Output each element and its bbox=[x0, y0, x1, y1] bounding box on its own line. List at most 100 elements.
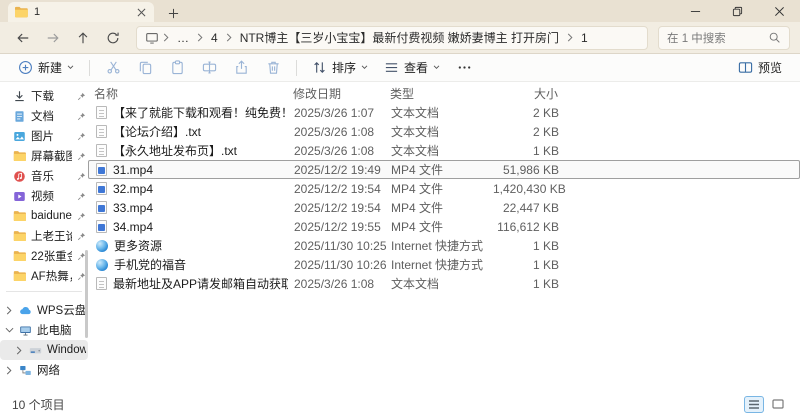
sidebar-item-folder[interactable]: 22张重金约D bbox=[0, 246, 88, 266]
breadcrumb-item[interactable]: NTR博主【三岁小宝宝】最新付费视频 嫩娇妻博主 打开房门 bbox=[236, 28, 563, 47]
sidebar-scrollbar[interactable] bbox=[85, 250, 88, 338]
video-file-icon bbox=[96, 163, 107, 176]
minimize-icon bbox=[690, 6, 701, 17]
drive-icon bbox=[29, 344, 42, 357]
pin-icon bbox=[77, 112, 86, 121]
sidebar-item-network[interactable]: 网络 bbox=[0, 360, 88, 380]
column-header-date[interactable]: 修改日期 bbox=[287, 85, 384, 102]
breadcrumb-item[interactable]: 4 bbox=[207, 30, 222, 46]
trash-icon bbox=[266, 60, 281, 75]
new-label: 新建 bbox=[38, 59, 62, 76]
details-view-button[interactable] bbox=[744, 396, 764, 413]
chevron-down-icon[interactable] bbox=[4, 327, 14, 333]
rename-button[interactable] bbox=[195, 56, 223, 80]
chevron-right-icon[interactable] bbox=[14, 346, 24, 355]
file-row[interactable]: 32.mp4 2025/12/2 19:54 MP4 文件 1,420,430 … bbox=[88, 179, 800, 198]
view-icon bbox=[384, 60, 399, 75]
cut-button[interactable] bbox=[99, 56, 127, 80]
sidebar-item-videos[interactable]: 视频 bbox=[0, 186, 88, 206]
file-row[interactable]: 【论坛介绍】.txt 2025/3/26 1:08 文本文档 2 KB bbox=[88, 122, 800, 141]
minimize-button[interactable] bbox=[674, 0, 716, 22]
sidebar-item-folder[interactable]: 上老王论坛当 bbox=[0, 226, 88, 246]
folder-icon bbox=[13, 210, 26, 222]
breadcrumb-item-current[interactable]: 1 bbox=[577, 30, 592, 46]
file-row[interactable]: 最新地址及APP请发邮箱自动获取！！！.txt 2025/3/26 1:08 文… bbox=[88, 274, 800, 293]
sidebar-item-folder[interactable]: AF热舞，顶级 bbox=[0, 266, 88, 286]
main-content: 下载 文档 图片 屏幕截图 音乐 bbox=[0, 82, 800, 391]
sidebar-item-this-pc[interactable]: 此电脑 bbox=[0, 320, 88, 340]
column-header-name[interactable]: 名称 bbox=[88, 85, 287, 102]
chevron-down-icon bbox=[67, 65, 74, 70]
new-button[interactable]: 新建 bbox=[12, 56, 80, 80]
refresh-button[interactable] bbox=[100, 26, 126, 50]
this-pc-icon bbox=[19, 324, 32, 337]
text-file-icon bbox=[96, 277, 107, 290]
file-row-selected[interactable]: 31.mp4 2025/12/2 19:49 MP4 文件 51,986 KB bbox=[88, 160, 800, 179]
chevron-right-icon bbox=[226, 33, 232, 42]
back-button[interactable] bbox=[10, 26, 36, 50]
icons-view-button[interactable] bbox=[768, 396, 788, 413]
pin-icon bbox=[77, 212, 86, 221]
chevron-down-icon bbox=[433, 65, 440, 70]
chevron-right-icon bbox=[163, 33, 169, 42]
file-row[interactable]: 【来了就能下载和观看！纯免费！】.txt 2025/3/26 1:07 文本文档… bbox=[88, 103, 800, 122]
sidebar-item-music[interactable]: 音乐 bbox=[0, 166, 88, 186]
pin-icon bbox=[77, 192, 86, 201]
more-options-button[interactable] bbox=[450, 56, 478, 80]
column-header-size[interactable]: 大小 bbox=[492, 85, 568, 102]
chevron-right-icon[interactable] bbox=[4, 306, 14, 315]
up-button[interactable] bbox=[70, 26, 96, 50]
copy-button[interactable] bbox=[131, 56, 159, 80]
breadcrumb-ellipsis[interactable]: … bbox=[173, 30, 193, 46]
paste-icon bbox=[170, 60, 185, 75]
pin-icon bbox=[77, 92, 86, 101]
folder-icon bbox=[13, 230, 26, 242]
close-button[interactable] bbox=[758, 0, 800, 22]
sort-icon bbox=[312, 60, 327, 75]
share-button[interactable] bbox=[227, 56, 255, 80]
maximize-button[interactable] bbox=[716, 0, 758, 22]
sidebar-divider bbox=[6, 291, 82, 292]
desktop-icon bbox=[145, 31, 159, 45]
address-bar: … 4 NTR博主【三岁小宝宝】最新付费视频 嫩娇妻博主 打开房门 1 在 1 … bbox=[0, 22, 800, 54]
sort-button[interactable]: 排序 bbox=[306, 56, 374, 80]
file-row[interactable]: 手机党的福音 2025/11/30 10:26 Internet 快捷方式 1 … bbox=[88, 255, 800, 274]
new-tab-button[interactable] bbox=[162, 4, 184, 22]
tab-close-icon[interactable] bbox=[134, 5, 148, 19]
sidebar-item-screenshots[interactable]: 屏幕截图 bbox=[0, 146, 88, 166]
breadcrumb[interactable]: … 4 NTR博主【三岁小宝宝】最新付费视频 嫩娇妻博主 打开房门 1 bbox=[136, 26, 648, 50]
preview-button[interactable]: 预览 bbox=[732, 56, 788, 80]
paste-button[interactable] bbox=[163, 56, 191, 80]
search-input[interactable]: 在 1 中搜索 bbox=[658, 26, 790, 50]
column-headers: 名称 修改日期 类型 大小 bbox=[88, 84, 800, 103]
chevron-down-icon bbox=[361, 65, 368, 70]
file-row[interactable]: 【永久地址发布页】.txt 2025/3/26 1:08 文本文档 1 KB bbox=[88, 141, 800, 160]
video-file-icon bbox=[96, 182, 107, 195]
explorer-tab[interactable]: 1 bbox=[8, 2, 154, 22]
search-placeholder: 在 1 中搜索 bbox=[667, 30, 768, 46]
folder-icon bbox=[13, 150, 26, 162]
tab-title: 1 bbox=[34, 6, 128, 18]
file-row[interactable]: 34.mp4 2025/12/2 19:55 MP4 文件 116,612 KB bbox=[88, 217, 800, 236]
video-file-icon bbox=[96, 201, 107, 214]
sidebar-item-baidunetdisk[interactable]: baidunetdisk bbox=[0, 206, 88, 226]
pin-icon bbox=[77, 152, 86, 161]
chevron-right-icon[interactable] bbox=[4, 366, 14, 375]
sidebar-item-pictures[interactable]: 图片 bbox=[0, 126, 88, 146]
file-row[interactable]: 33.mp4 2025/12/2 19:54 MP4 文件 22,447 KB bbox=[88, 198, 800, 217]
column-header-type[interactable]: 类型 bbox=[384, 85, 492, 102]
sidebar-item-documents[interactable]: 文档 bbox=[0, 106, 88, 126]
sort-label: 排序 bbox=[332, 59, 356, 76]
videos-icon bbox=[13, 190, 26, 203]
view-button[interactable]: 查看 bbox=[378, 56, 446, 80]
sidebar-item-downloads[interactable]: 下载 bbox=[0, 86, 88, 106]
sidebar-item-wps-cloud[interactable]: WPS云盘 bbox=[0, 300, 88, 320]
sidebar-item-windows-ssd[interactable]: Windows-SSD bbox=[0, 340, 88, 360]
text-file-icon bbox=[96, 125, 107, 138]
delete-button[interactable] bbox=[259, 56, 287, 80]
file-row[interactable]: 更多资源 2025/11/30 10:25 Internet 快捷方式 1 KB bbox=[88, 236, 800, 255]
forward-button[interactable] bbox=[40, 26, 66, 50]
ellipsis-icon bbox=[457, 60, 472, 75]
rename-icon bbox=[202, 60, 217, 75]
window-controls bbox=[674, 0, 800, 22]
